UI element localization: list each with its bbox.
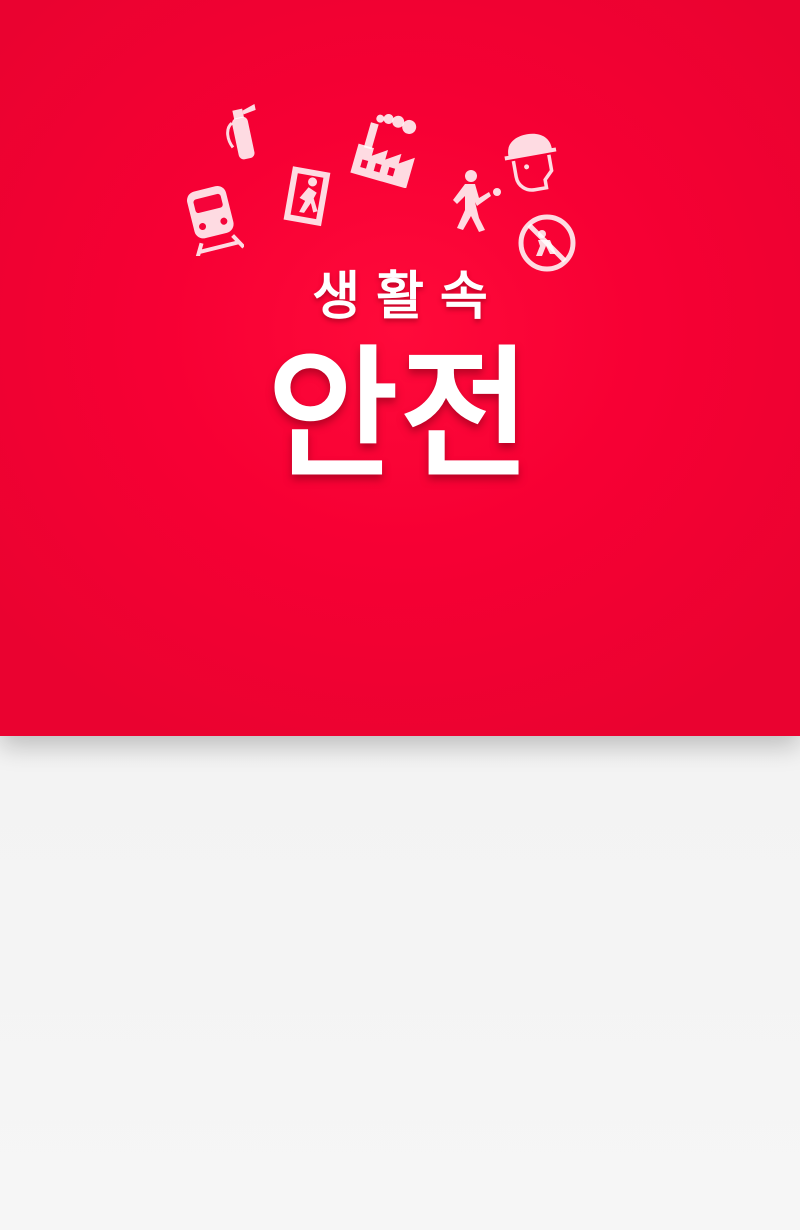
fire-extinguisher-icon bbox=[226, 104, 256, 160]
hero-title: 안전 bbox=[267, 333, 533, 498]
page: 생활속 안전 bbox=[0, 0, 800, 1230]
train-icon bbox=[187, 185, 244, 256]
pedestrian-icon bbox=[453, 170, 501, 232]
empty-content-area bbox=[0, 736, 800, 1230]
emergency-exit-icon bbox=[283, 166, 331, 227]
factory-icon bbox=[350, 113, 417, 188]
hard-hat-worker-icon bbox=[504, 133, 557, 192]
hero-banner: 생활속 안전 bbox=[0, 0, 800, 736]
hero-subtitle: 생활속 bbox=[312, 267, 504, 327]
